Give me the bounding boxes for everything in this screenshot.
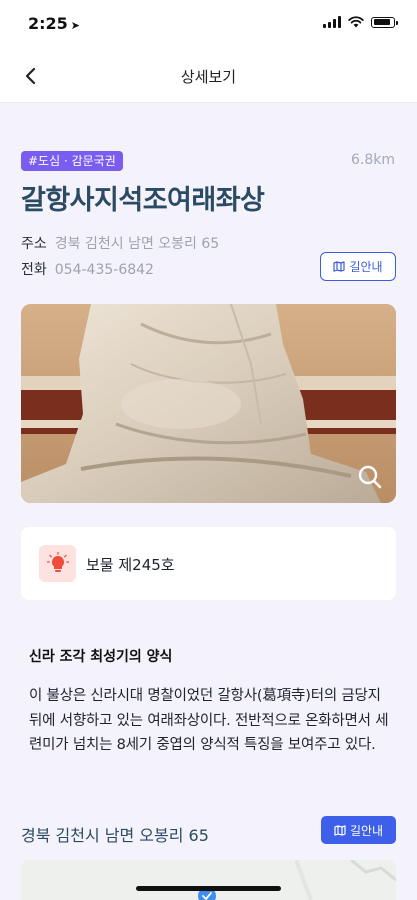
status-bar: 2:25 ➤ [0,0,417,50]
page-title: 상세보기 [180,68,237,86]
battery-icon [371,16,398,28]
map-image [21,860,396,900]
distance-label: 6.8km [350,152,395,168]
lightbulb-icon [39,545,76,582]
map-view[interactable] [21,860,396,900]
phone-row: 전화 054-435-6842 [21,259,154,279]
heritage-card: 보물 제245호 [21,527,396,600]
zoom-icon[interactable] [356,463,384,491]
home-indicator [136,886,281,891]
status-time-text: 2:25 [28,14,68,33]
status-time: 2:25 ➤ [28,14,80,33]
bottom-route-guide-button[interactable]: 길안내 [321,816,396,844]
signal-icon [323,16,341,28]
place-photo[interactable] [21,304,396,503]
bottom-route-guide-label: 길안내 [349,823,384,838]
route-guide-label: 길안내 [349,260,383,274]
nav-bar: 상세보기 [0,50,417,103]
phone-value[interactable]: 054-435-6842 [55,262,154,278]
address-label: 주소 [21,236,47,252]
bottom-address: 경북 김천시 남면 오봉리 65 [21,826,209,845]
wifi-icon [348,16,364,28]
status-icons [323,16,398,28]
address-row: 주소 경북 김천시 남면 오봉리 65 [21,233,219,253]
heritage-designation: 보물 제245호 [86,556,175,574]
address-value: 경북 김천시 남면 오봉리 65 [54,236,220,252]
map-icon [334,824,346,836]
section-title: 신라 조각 최성기의 양식 [29,649,173,665]
description-text: 이 불상은 신라시대 명찰이었던 갈항사(葛項寺)터의 금당지 뒤에 서향하고 … [29,688,389,753]
map-icon [333,261,346,272]
place-title: 갈항사지석조여래좌상 [21,185,265,216]
phone-label: 전화 [21,262,47,278]
category-tag: #도심 · 감문국권 [21,151,123,171]
route-guide-button[interactable]: 길안내 [320,252,396,281]
buddha-statue-image [21,304,396,503]
location-arrow-icon: ➤ [70,19,81,32]
